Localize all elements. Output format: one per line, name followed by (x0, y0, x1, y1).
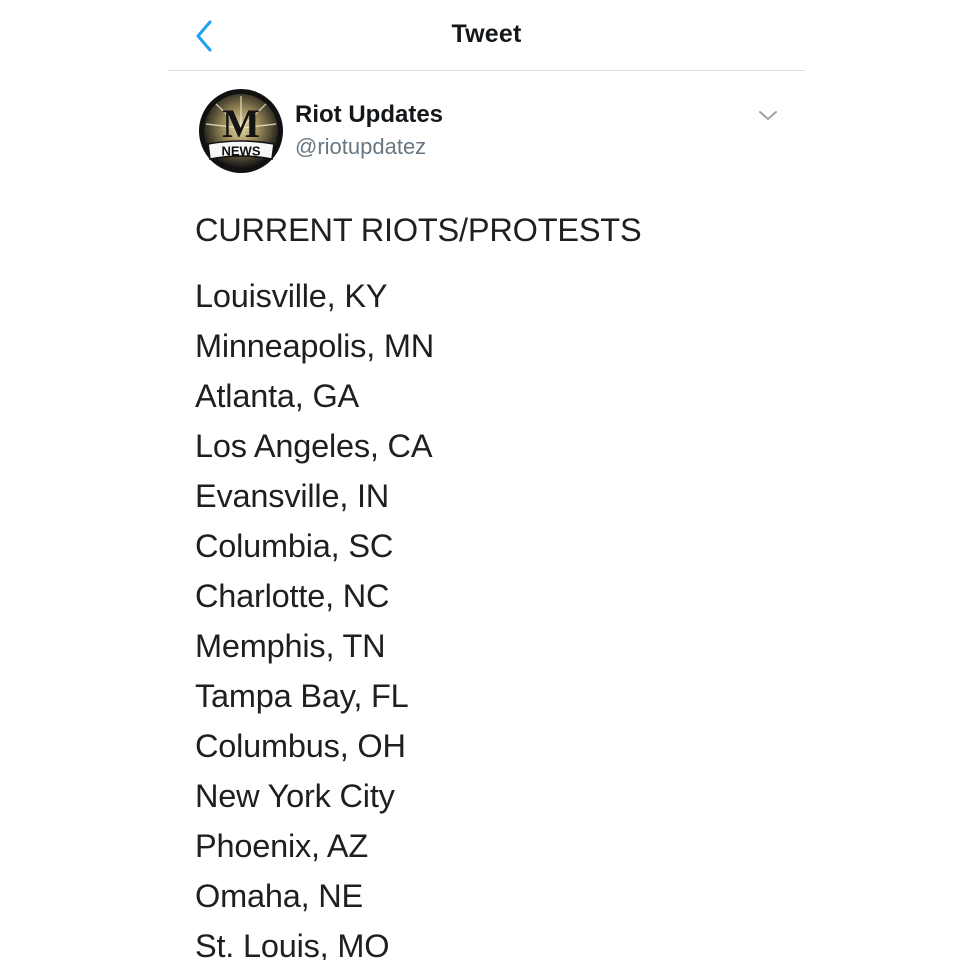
location-item: St. Louis, MO (195, 928, 390, 960)
location-item: Louisville, KY (195, 278, 388, 314)
page-title: Tweet (451, 20, 522, 48)
location-item: Columbia, SC (195, 528, 394, 564)
tweet-text: CURRENT RIOTS/PROTESTS Louisville, KY Mi… (195, 207, 795, 960)
location-item: New York City (195, 778, 395, 814)
m-news-logo: M NEWS (199, 89, 283, 173)
location-item: Memphis, TN (195, 628, 386, 664)
svg-text:M: M (222, 101, 260, 146)
location-item: Phoenix, AZ (195, 828, 369, 864)
author-handle[interactable]: @riotupdatez (295, 134, 426, 160)
tweet-heading: CURRENT RIOTS/PROTESTS (195, 212, 642, 248)
location-item: Los Angeles, CA (195, 428, 433, 464)
tweet-header: M NEWS Riot Updates @riotupdatez (198, 88, 788, 178)
navigation-bar: Tweet (168, 0, 805, 71)
location-item: Evansville, IN (195, 478, 390, 514)
svg-text:NEWS: NEWS (222, 144, 261, 159)
chevron-down-icon (759, 111, 777, 120)
location-item: Atlanta, GA (195, 378, 359, 414)
avatar[interactable]: M NEWS (198, 88, 284, 174)
location-list: Louisville, KY Minneapolis, MN Atlanta, … (195, 271, 795, 960)
author-name[interactable]: Riot Updates (295, 101, 443, 129)
location-item: Columbus, OH (195, 728, 406, 764)
tweet-options-button[interactable] (754, 104, 782, 126)
location-item: Minneapolis, MN (195, 328, 435, 364)
location-item: Tampa Bay, FL (195, 678, 409, 714)
location-item: Charlotte, NC (195, 578, 390, 614)
location-item: Omaha, NE (195, 878, 363, 914)
